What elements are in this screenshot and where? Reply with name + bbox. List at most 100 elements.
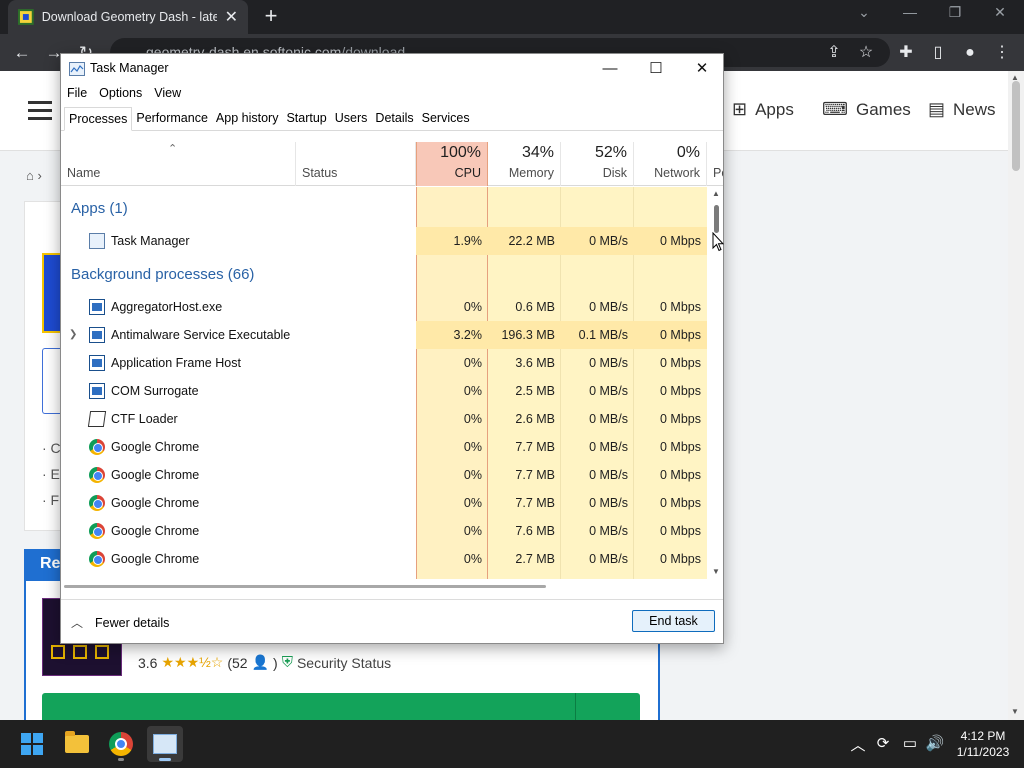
sync-alert-icon[interactable]: ⟳	[873, 734, 893, 752]
maximize-button[interactable]: ☐	[633, 56, 679, 82]
start-button[interactable]	[14, 726, 50, 762]
browser-minimize-icon[interactable]: —	[890, 4, 930, 20]
minimize-button[interactable]: —	[587, 56, 633, 82]
review-count: (52	[227, 654, 248, 671]
page-scroll-thumb[interactable]	[1012, 81, 1020, 171]
bullet-item: · C	[42, 440, 61, 456]
task-manager-titlebar[interactable]: Task Manager — ☐ ✕	[61, 54, 723, 84]
chrome-icon	[89, 439, 105, 455]
tab-startup[interactable]: Startup	[282, 107, 330, 130]
end-task-button[interactable]: End task	[632, 610, 715, 632]
nav-games[interactable]: ⌨ Games	[822, 99, 911, 120]
sort-caret-up-icon: ⌃	[168, 143, 178, 155]
browser-tab[interactable]: Download Geometry Dash - latest ✕	[8, 0, 248, 34]
table-row[interactable]: Google Chrome 0% 7.7 MB 0 MB/s 0 Mbps	[61, 489, 711, 517]
table-row[interactable]: Google Chrome 0% 2.7 MB 0 MB/s 0 Mbps	[61, 545, 711, 573]
network-icon[interactable]: ▭	[900, 734, 920, 752]
close-button[interactable]: ✕	[679, 56, 723, 82]
breadcrumb[interactable]: ⌂ ›	[26, 168, 42, 183]
table-row[interactable]: COM Surrogate 0% 2.5 MB 0 MB/s 0 Mbps	[61, 377, 711, 405]
tab-close-icon[interactable]: ✕	[225, 7, 238, 27]
bookmark-star-icon[interactable]: ☆	[854, 41, 878, 65]
chrome-menu-icon[interactable]: ⋮	[990, 41, 1014, 65]
side-panel-icon[interactable]: ▯	[926, 41, 950, 65]
memory-value: 2.7 MB	[515, 552, 555, 566]
back-arrow-icon[interactable]: ←	[10, 41, 34, 65]
rating-stars-icon: ★★★½☆	[161, 654, 224, 670]
table-row[interactable]: Application Frame Host 0% 3.6 MB 0 MB/s …	[61, 349, 711, 377]
share-icon[interactable]: ⇪	[822, 41, 846, 65]
new-tab-button[interactable]: +	[258, 4, 284, 30]
tray-overflow-chevron-icon[interactable]: ︿	[848, 734, 868, 755]
tab-performance[interactable]: Performance	[132, 107, 212, 130]
table-row[interactable]: AggregatorHost.exe 0% 0.6 MB 0 MB/s 0 Mb…	[61, 293, 711, 321]
tab-processes[interactable]: Processes	[64, 107, 133, 131]
app-window-icon	[89, 299, 105, 315]
profile-avatar-icon[interactable]: ●	[958, 41, 982, 65]
nav-apps[interactable]: ⊞ Apps	[732, 99, 794, 120]
task-manager-taskbar-button[interactable]	[147, 726, 183, 762]
col-memory[interactable]: 34% Memory	[488, 142, 561, 186]
nav-news-label: News	[953, 99, 996, 119]
security-status[interactable]: Security Status	[297, 655, 391, 671]
related-heading: Re	[24, 549, 64, 581]
tab-search-chevron-icon[interactable]: ⌄	[844, 4, 884, 21]
volume-icon[interactable]: 🔊	[925, 734, 945, 752]
col-network[interactable]: 0% Network	[634, 142, 707, 186]
col-status[interactable]: Status	[296, 142, 416, 186]
scroll-down-icon[interactable]: ▼	[712, 567, 720, 576]
chrome-icon	[89, 495, 105, 511]
news-icon: ▤	[928, 99, 946, 119]
hscroll-thumb[interactable]	[64, 585, 546, 588]
table-row[interactable]: Google Chrome 0% 7.7 MB 0 MB/s 0 Mbps	[61, 433, 711, 461]
memory-value: 2.6 MB	[515, 412, 555, 426]
menu-view[interactable]: View	[148, 84, 187, 104]
hamburger-menu-icon[interactable]	[28, 101, 52, 120]
tab-app-history[interactable]: App history	[212, 107, 283, 130]
system-clock[interactable]: 4:12 PM 1/11/2023	[950, 728, 1016, 760]
process-name: AggregatorHost.exe	[111, 300, 223, 314]
expand-chevron-icon[interactable]: ❯	[69, 321, 77, 349]
scroll-up-icon[interactable]: ▲	[712, 189, 720, 198]
col-disk[interactable]: 52% Disk	[561, 142, 634, 186]
process-name: Google Chrome	[111, 524, 200, 538]
disk-value: 0 MB/s	[589, 300, 628, 314]
fewer-details-toggle[interactable]: ︿ Fewer details	[71, 614, 169, 631]
browser-restore-icon[interactable]: ❐	[935, 4, 975, 21]
chevron-up-icon: ︿	[71, 616, 84, 630]
task-manager-icon	[89, 233, 105, 249]
table-row[interactable]: CTF Loader 0% 2.6 MB 0 MB/s 0 Mbps	[61, 405, 711, 433]
file-explorer-button[interactable]	[59, 726, 95, 762]
gamepad-icon: ⌨	[822, 99, 848, 119]
table-row[interactable]: Google Chrome 0% 7.7 MB 0 MB/s 0 Mbps	[61, 461, 711, 489]
tab-services[interactable]: Services	[418, 107, 474, 130]
table-row[interactable]: Task Manager 1.9% 22.2 MB 0 MB/s 0 Mbps	[61, 227, 711, 255]
col-power[interactable]: Po	[707, 142, 723, 186]
disk-value: 0 MB/s	[589, 468, 628, 482]
download-button-outline[interactable]	[42, 348, 62, 414]
disk-value: 0 MB/s	[589, 384, 628, 398]
download-green-button[interactable]	[42, 693, 640, 720]
task-manager-window: Task Manager — ☐ ✕ File Options View Pro…	[60, 53, 724, 644]
app-window-icon	[89, 327, 105, 343]
page-scrollbar[interactable]: ▲ ▼	[1008, 71, 1024, 720]
browser-close-icon[interactable]: ✕	[980, 4, 1020, 21]
scroll-down-icon[interactable]: ▼	[1011, 707, 1019, 716]
col-cpu[interactable]: 100% CPU	[416, 142, 488, 186]
menu-options[interactable]: Options	[93, 84, 148, 104]
tab-users[interactable]: Users	[331, 107, 372, 130]
nav-news[interactable]: ▤ News	[928, 99, 996, 120]
process-list-hscrollbar[interactable]	[61, 582, 711, 590]
extensions-puzzle-icon[interactable]: ✚	[894, 41, 918, 65]
table-row[interactable]: ❯ Antimalware Service Executable 3.2% 19…	[61, 321, 711, 349]
menu-file[interactable]: File	[61, 84, 93, 104]
vscroll-thumb[interactable]	[714, 205, 719, 233]
table-row[interactable]: Google Chrome 0% 7.6 MB 0 MB/s 0 Mbps	[61, 517, 711, 545]
cpu-value: 0%	[463, 412, 482, 426]
tab-details[interactable]: Details	[371, 107, 417, 130]
network-value: 0 Mbps	[660, 300, 701, 314]
col-name[interactable]: ⌃ Name	[61, 142, 296, 186]
group-header-background[interactable]: Background processes (66)	[61, 259, 711, 291]
group-header-apps[interactable]: Apps (1)	[61, 193, 711, 225]
chrome-taskbar-button[interactable]	[103, 726, 139, 762]
